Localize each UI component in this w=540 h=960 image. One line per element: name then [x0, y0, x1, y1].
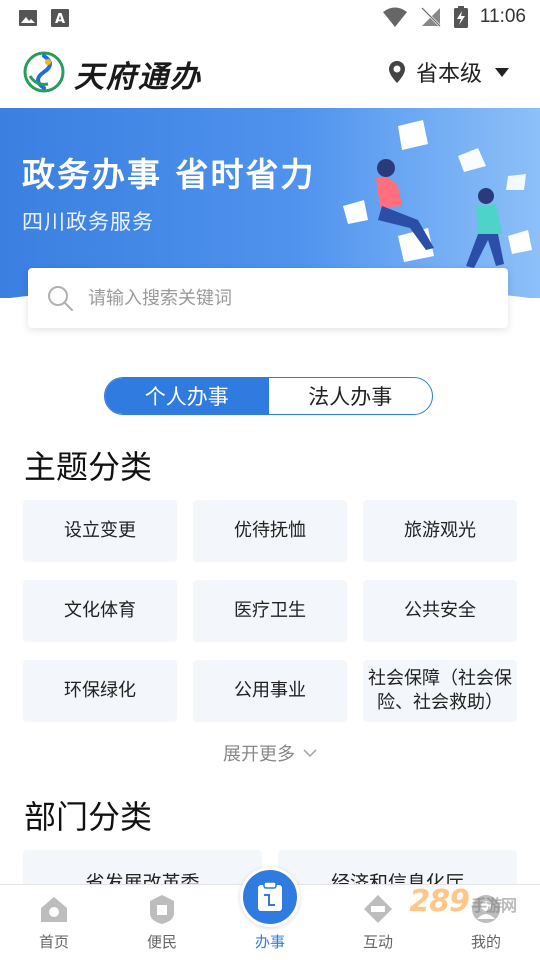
- nav-home-label: 首页: [38, 933, 69, 951]
- nav-profile-label: 我的: [470, 933, 501, 951]
- no-signal-icon: [420, 7, 441, 27]
- app-title: 天府通办: [74, 60, 202, 95]
- service-icon: [150, 895, 174, 924]
- affairs-icon: [258, 881, 282, 911]
- battery-charging-icon: [453, 6, 468, 28]
- banner-title: 政务办事 省时省力: [22, 155, 316, 194]
- banner-subtitle: 四川政务服务: [22, 210, 154, 234]
- expand-more-label: 展开更多: [223, 744, 295, 765]
- topic-item[interactable]: 优待抚恤: [193, 500, 347, 562]
- nav-affairs-label: 办事: [254, 933, 285, 951]
- nav-home[interactable]: 首页: [0, 885, 108, 960]
- bottom-nav: 首页 便民 办事 互动 我的: [0, 867, 540, 960]
- nav-service-label: 便民: [146, 933, 177, 951]
- topic-item[interactable]: 社会保障（社会保险、社会救助）: [363, 660, 517, 722]
- interact-icon: [364, 895, 392, 923]
- caret-down-icon: [495, 68, 509, 77]
- search-icon: [48, 286, 73, 311]
- topic-item[interactable]: 医疗卫生: [193, 580, 347, 642]
- topic-item[interactable]: 公共安全: [363, 580, 517, 642]
- expand-more-button[interactable]: 展开更多: [0, 740, 540, 766]
- profile-icon: [472, 895, 500, 923]
- departments-section-title: 部门分类: [24, 798, 153, 836]
- tab-corporate[interactable]: 法人办事: [269, 378, 433, 414]
- topics-section-title: 主题分类: [24, 448, 153, 486]
- image-icon: [19, 10, 37, 26]
- search-input[interactable]: [88, 287, 468, 309]
- region-selector[interactable]: 省本级: [388, 56, 512, 88]
- topic-item[interactable]: 旅游观光: [363, 500, 517, 562]
- status-time: 11:06: [479, 6, 526, 27]
- nav-affairs[interactable]: 办事: [216, 867, 324, 960]
- wifi-icon: [382, 7, 407, 27]
- font-icon: A: [51, 9, 69, 27]
- status-bar: A 11:06: [0, 0, 540, 36]
- nav-profile[interactable]: 我的: [432, 885, 540, 960]
- topic-item[interactable]: 公用事业: [193, 660, 347, 722]
- topic-item[interactable]: 环保绿化: [23, 660, 177, 722]
- region-label: 省本级: [415, 62, 482, 87]
- app-header: 天府通办 省本级: [0, 36, 540, 108]
- nav-interact-label: 互动: [362, 933, 393, 951]
- banner-illustration: [343, 120, 532, 268]
- nav-interact[interactable]: 互动: [324, 885, 432, 960]
- topic-item[interactable]: 文化体育: [23, 580, 177, 642]
- topic-item[interactable]: 设立变更: [23, 500, 177, 562]
- app-logo-icon: [23, 51, 65, 93]
- affairs-center-button[interactable]: [240, 867, 300, 927]
- topics-grid: 设立变更 优待抚恤 旅游观光 文化体育 医疗卫生 公共安全 环保绿化 公用事业 …: [23, 500, 517, 722]
- nav-service[interactable]: 便民: [108, 885, 216, 960]
- svg-text:A: A: [55, 12, 65, 27]
- mode-toggle: 个人办事 法人办事: [104, 377, 433, 415]
- chevron-down-icon: [303, 749, 317, 758]
- search-bar[interactable]: [28, 268, 508, 328]
- tab-personal[interactable]: 个人办事: [105, 378, 269, 414]
- location-pin-icon: [388, 61, 405, 83]
- home-icon: [41, 897, 67, 922]
